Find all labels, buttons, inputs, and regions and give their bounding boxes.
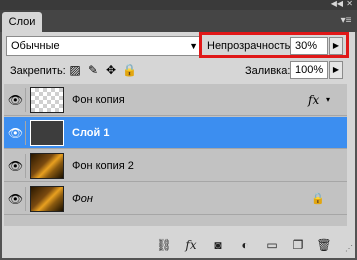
link-layers-icon[interactable]: ⛓ bbox=[155, 237, 173, 253]
fill-slider-arrow-icon[interactable]: ▶ bbox=[329, 61, 343, 79]
panel-menu-icon[interactable]: ▾≡ bbox=[339, 15, 353, 27]
eye-icon[interactable]: 👁 bbox=[6, 187, 26, 211]
panel-title-bar: ◀◀ ✕ bbox=[0, 0, 357, 10]
layer-name: Фон копия 2 bbox=[72, 160, 134, 172]
resize-grip-icon[interactable]: ⋰ bbox=[345, 245, 353, 253]
eye-icon[interactable]: 👁 bbox=[6, 154, 26, 178]
lock-all-icon[interactable]: 🔒 bbox=[122, 63, 137, 77]
lock-position-icon[interactable]: ✥ bbox=[104, 63, 118, 77]
lock-label: Закрепить: bbox=[10, 65, 66, 77]
adjustment-layer-icon[interactable]: ◐ bbox=[236, 237, 254, 253]
lock-icon: 🔒 bbox=[311, 193, 325, 205]
delete-layer-icon[interactable]: 🗑 bbox=[315, 237, 333, 253]
layer-thumbnail bbox=[30, 153, 64, 179]
fill-label: Заливка: bbox=[245, 65, 291, 77]
layer-row[interactable]: 👁 Фон 🔒 bbox=[4, 183, 347, 215]
fx-icon[interactable]: fx bbox=[308, 84, 319, 116]
chevron-down-icon: ▼ bbox=[189, 41, 198, 51]
blend-mode-value: Обычные bbox=[11, 40, 60, 52]
layers-panel: Обычные ▼ Непрозрачность: 30% ▶ Закрепит… bbox=[2, 32, 355, 258]
close-icon[interactable]: ✕ bbox=[346, 0, 353, 9]
blend-mode-select[interactable]: Обычные ▼ bbox=[6, 36, 202, 56]
eye-icon[interactable]: 👁 bbox=[6, 121, 26, 145]
fill-input[interactable]: 100% bbox=[290, 61, 328, 79]
eye-icon[interactable]: 👁 bbox=[6, 88, 26, 112]
layer-thumbnail bbox=[30, 186, 64, 212]
opacity-slider-arrow-icon[interactable]: ▶ bbox=[329, 37, 343, 55]
layer-row[interactable]: 👁 Фон копия fx ▾ bbox=[4, 84, 347, 116]
layers-list: 👁 Фон копия fx ▾ 👁 Слой 1 👁 Фон копия 2 … bbox=[4, 84, 347, 226]
opacity-label: Непрозрачность: bbox=[207, 40, 294, 52]
layer-name: Фон копия bbox=[72, 94, 125, 106]
tab-row: Слои ▾≡ bbox=[0, 10, 357, 32]
new-group-icon[interactable]: ▭ bbox=[263, 237, 281, 253]
tab-layers[interactable]: Слои bbox=[2, 12, 42, 32]
lock-transparency-icon[interactable]: ▨ bbox=[68, 63, 82, 77]
bottom-toolbar: ⛓ fx ◙ ◐ ▭ ❐ 🗑 ⋰ bbox=[2, 235, 355, 255]
lock-image-icon[interactable]: ✎ bbox=[86, 63, 100, 77]
new-layer-icon[interactable]: ❐ bbox=[289, 237, 307, 253]
layer-row[interactable]: 👁 Слой 1 bbox=[4, 117, 347, 149]
layer-style-icon[interactable]: fx bbox=[182, 237, 200, 253]
layer-thumbnail bbox=[30, 120, 64, 146]
layer-thumbnail bbox=[30, 87, 64, 113]
double-chevron-left-icon[interactable]: ◀◀ bbox=[331, 0, 343, 9]
layer-row[interactable]: 👁 Фон копия 2 bbox=[4, 150, 347, 182]
opacity-input[interactable]: 30% bbox=[290, 37, 328, 55]
add-mask-icon[interactable]: ◙ bbox=[209, 237, 227, 253]
chevron-down-icon[interactable]: ▾ bbox=[326, 84, 330, 116]
layer-name: Фон bbox=[72, 193, 93, 205]
layer-name: Слой 1 bbox=[72, 127, 110, 139]
